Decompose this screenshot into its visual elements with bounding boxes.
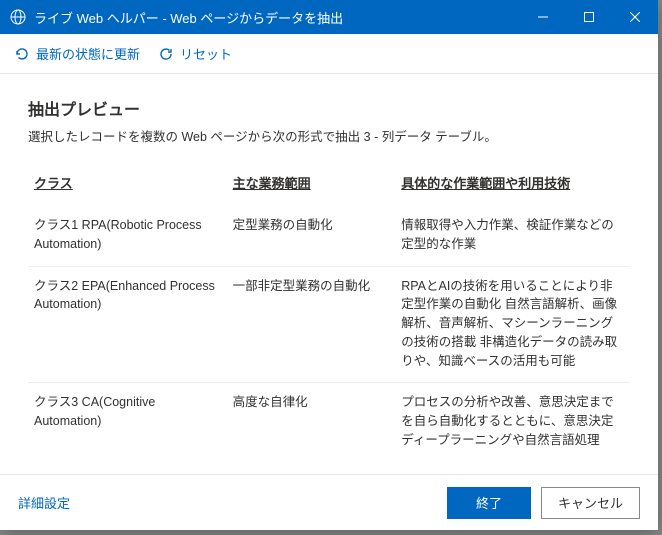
cell-scope: 一部非定型業務の自動化 (227, 266, 396, 383)
data-table: クラス 主な業務範囲 具体的な作業範囲や利用技術 クラス1 RPA(Roboti… (28, 165, 630, 462)
window-title: ライブ Web ヘルパー - Web ページからデータを抽出 (34, 8, 520, 27)
table-row[interactable]: クラス1 RPA(Robotic Process Automation) 定型業… (28, 206, 630, 266)
advanced-link[interactable]: 詳細設定 (18, 493, 70, 512)
finish-button[interactable]: 終了 (447, 487, 531, 519)
cell-detail: プロセスの分析や改善、意思決定までを自ら自動化するとともに、意思決定 ディープラ… (395, 383, 630, 462)
titlebar: ライブ Web ヘルパー - Web ページからデータを抽出 (0, 0, 658, 34)
refresh-button[interactable]: 最新の状態に更新 (14, 44, 140, 63)
cell-class: クラス2 EPA(Enhanced Process Automation) (28, 266, 227, 383)
cancel-button[interactable]: キャンセル (541, 487, 640, 519)
content-area: 抽出プレビュー 選択したレコードを複数の Web ページから次の形式で抽出 3 … (0, 74, 658, 474)
maximize-button[interactable] (566, 0, 612, 34)
close-button[interactable] (612, 0, 658, 34)
cell-scope: 高度な自律化 (227, 383, 396, 462)
cell-class: クラス3 CA(Cognitive Automation) (28, 383, 227, 462)
refresh-icon (14, 46, 30, 62)
table-row[interactable]: クラス3 CA(Cognitive Automation) 高度な自律化 プロセ… (28, 383, 630, 462)
table-header-row: クラス 主な業務範囲 具体的な作業範囲や利用技術 (28, 165, 630, 206)
cell-class: クラス1 RPA(Robotic Process Automation) (28, 206, 227, 266)
col-header-class[interactable]: クラス (28, 165, 227, 206)
dialog-window: ライブ Web ヘルパー - Web ページからデータを抽出 最新の状態に更新 … (0, 0, 658, 530)
toolbar: 最新の状態に更新 リセット (0, 34, 658, 74)
reset-icon (158, 46, 174, 62)
minimize-button[interactable] (520, 0, 566, 34)
table-row[interactable]: クラス2 EPA(Enhanced Process Automation) 一部… (28, 266, 630, 383)
cell-scope: 定型業務の自動化 (227, 206, 396, 266)
minimize-icon (538, 12, 548, 22)
maximize-icon (584, 12, 594, 22)
preview-heading: 抽出プレビュー (28, 96, 630, 120)
globe-icon (10, 9, 26, 25)
cell-detail: 情報取得や入力作業、検証作業などの定型的な作業 (395, 206, 630, 266)
reset-label: リセット (180, 44, 232, 63)
refresh-label: 最新の状態に更新 (36, 44, 140, 63)
close-icon (630, 12, 640, 22)
col-header-scope[interactable]: 主な業務範囲 (227, 165, 396, 206)
cell-detail: RPAとAIの技術を用いることにより非定型作業の自動化 自然言語解析、画像解析、… (395, 266, 630, 383)
col-header-detail[interactable]: 具体的な作業範囲や利用技術 (395, 165, 630, 206)
footer: 詳細設定 終了 キャンセル (0, 474, 658, 530)
reset-button[interactable]: リセット (158, 44, 232, 63)
preview-subtitle: 選択したレコードを複数の Web ページから次の形式で抽出 3 - 列データ テ… (28, 126, 630, 145)
